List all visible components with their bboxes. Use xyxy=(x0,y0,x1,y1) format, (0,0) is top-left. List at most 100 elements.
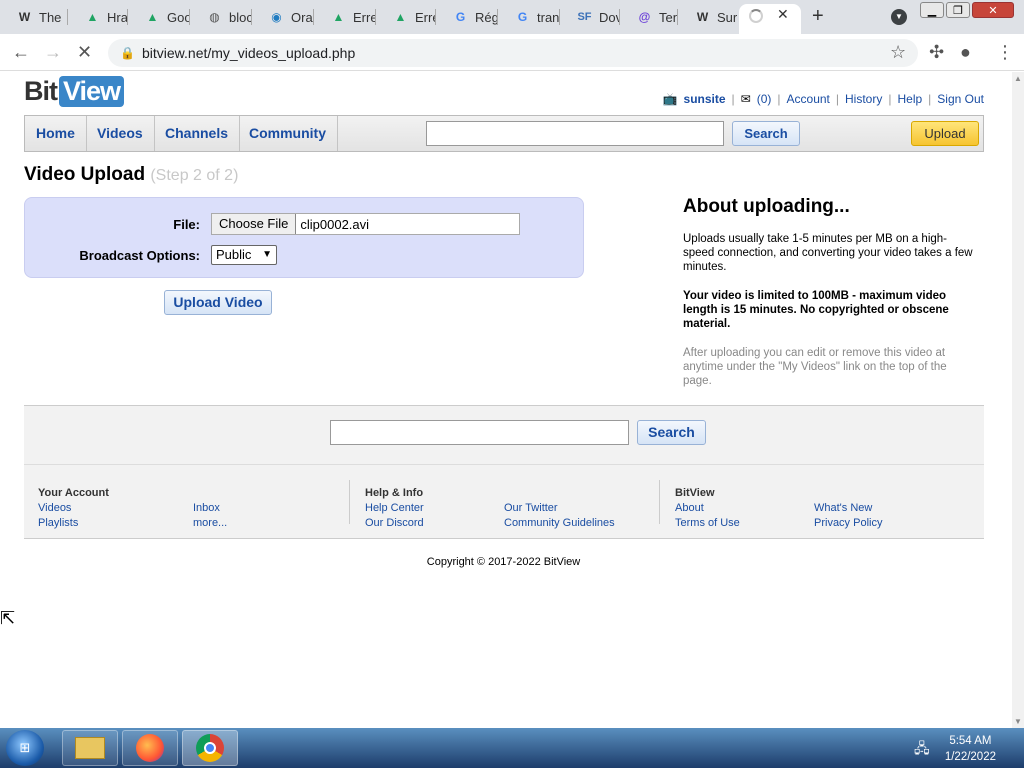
footer-whats-new-link[interactable]: What's New xyxy=(814,501,882,516)
footer-videos-link[interactable]: Videos xyxy=(38,501,109,516)
about-paragraph-speed: Uploads usually take 1-5 minutes per MB … xyxy=(683,233,973,273)
new-tab-button[interactable]: + xyxy=(812,5,824,28)
selected-file-name: clip0002.avi xyxy=(300,216,370,232)
loading-spinner-icon xyxy=(749,9,763,23)
google-drive-icon: ▲ xyxy=(332,10,345,24)
username-link[interactable]: sunsite xyxy=(684,92,726,106)
footer-privacy-link[interactable]: Privacy Policy xyxy=(814,516,882,531)
system-clock[interactable]: 5:54 AM 1/22/2022 xyxy=(945,733,996,765)
footer-community-guidelines-link[interactable]: Community Guidelines xyxy=(504,516,615,531)
browser-tab[interactable]: W The xyxy=(0,4,68,30)
upload-nav-button[interactable]: Upload xyxy=(911,121,979,146)
page-title: Video Upload (Step 2 of 2) xyxy=(24,164,239,185)
footer-help-center-link[interactable]: Help Center xyxy=(365,501,424,516)
oracle-icon: ◉ xyxy=(271,10,282,24)
wikipedia-icon: W xyxy=(18,10,31,24)
about-paragraph-edit: After uploading you can edit or remove t… xyxy=(683,347,947,387)
browser-tab-bar: WThe ▲Hra ▲Goo ◍bloc ◉Ora ▲Erre ▲Erre GR… xyxy=(0,0,1024,34)
footer-more-link[interactable]: more... xyxy=(193,516,227,531)
menu-kebab-icon[interactable]: ⋮ xyxy=(996,42,1014,63)
browser-tab[interactable]: W Sur xyxy=(678,4,740,30)
file-label: File: xyxy=(173,217,200,232)
copyright: Copyright © 2017-2022 BitView xyxy=(426,556,581,568)
footer-your-account: Your Account Videos Playlists xyxy=(38,487,109,531)
footer-search-button[interactable]: Search xyxy=(637,420,706,445)
footer-terms-link[interactable]: Terms of Use xyxy=(675,516,740,531)
footer-about-link[interactable]: About xyxy=(675,501,740,516)
footer-bitview: BitView About Terms of Use xyxy=(675,487,740,531)
broadcast-options-label: Broadcast Options: xyxy=(79,248,200,263)
tv-icon: 📺 xyxy=(662,92,678,106)
browser-tab[interactable]: @ Ten xyxy=(620,4,678,30)
mail-icon[interactable]: ✉ xyxy=(741,92,751,106)
firefox-icon[interactable] xyxy=(122,730,178,766)
about-title: About uploading... xyxy=(683,196,850,217)
browser-tab-active[interactable]: ✕ xyxy=(739,4,801,34)
browser-tab[interactable]: ▲ Goo xyxy=(128,4,190,30)
account-link[interactable]: Account xyxy=(787,92,830,106)
address-bar[interactable]: 🔒 bitview.net/my_videos_upload.php xyxy=(108,39,918,67)
browser-tab[interactable]: ▲Erre xyxy=(314,4,376,30)
google-drive-icon: ▲ xyxy=(394,10,407,24)
footer-discord-link[interactable]: Our Discord xyxy=(365,516,424,531)
footer-help-info-col2: Our Twitter Community Guidelines xyxy=(504,501,615,531)
nav-community[interactable]: Community xyxy=(238,116,338,151)
close-icon[interactable]: ✕ xyxy=(777,6,789,23)
profile-icon[interactable]: ● xyxy=(960,42,971,63)
footer-bitview-col2: What's New Privacy Policy xyxy=(814,501,882,531)
footer-playlists-link[interactable]: Playlists xyxy=(38,516,109,531)
chrome-icon[interactable] xyxy=(182,730,238,766)
sign-out-link[interactable]: Sign Out xyxy=(937,92,984,106)
browser-tab[interactable]: SF Dov xyxy=(560,4,620,30)
browser-tab[interactable]: ▲Erre xyxy=(376,4,436,30)
bitview-logo[interactable]: Bit View xyxy=(24,76,125,107)
help-link[interactable]: Help xyxy=(897,92,922,106)
upload-video-button[interactable]: Upload Video xyxy=(164,290,272,315)
nav-videos[interactable]: Videos xyxy=(86,116,155,151)
google-icon: G xyxy=(455,10,466,24)
google-icon: G xyxy=(517,10,528,24)
footer-twitter-link[interactable]: Our Twitter xyxy=(504,501,615,516)
about-paragraph-limits: Your video is limited to 100MB - maximum… xyxy=(683,290,949,330)
browser-tab[interactable]: G Rég xyxy=(436,4,498,30)
header-search-input[interactable] xyxy=(426,121,724,146)
browser-tab[interactable]: ◉ Ora xyxy=(252,4,314,30)
header-search-button[interactable]: Search xyxy=(732,121,800,146)
file-input[interactable]: Choose File clip0002.avi xyxy=(211,213,520,235)
back-arrow-icon[interactable]: ← xyxy=(12,42,30,63)
footer-your-account-col2: Inbox more... xyxy=(193,501,227,531)
footer-search-input[interactable] xyxy=(330,420,629,445)
mouse-cursor-icon: ⇱ xyxy=(0,608,16,628)
browser-tab[interactable]: ▲ Hra xyxy=(68,4,128,30)
google-drive-icon: ▲ xyxy=(146,10,159,24)
browser-tab[interactable]: ◍ bloc xyxy=(190,4,252,30)
history-link[interactable]: History xyxy=(845,92,882,106)
nav-home[interactable]: Home xyxy=(25,116,87,151)
broadcast-options-select[interactable]: Public ▼ xyxy=(211,245,277,265)
tab-search-button[interactable]: ▼ xyxy=(891,9,907,25)
window-close-button[interactable]: ✕ xyxy=(972,2,1014,18)
choose-file-button[interactable]: Choose File xyxy=(212,214,297,234)
wikipedia-icon: W xyxy=(696,10,709,24)
extensions-icon[interactable]: ✣ xyxy=(929,42,944,63)
file-explorer-icon[interactable] xyxy=(62,730,118,766)
browser-toolbar: ← → ✕ 🔒 bitview.net/my_videos_upload.php… xyxy=(0,34,1024,71)
step-indicator: (Step 2 of 2) xyxy=(150,167,239,184)
restore-button[interactable]: ❐ xyxy=(946,2,970,18)
bookmark-star-icon[interactable]: ☆ xyxy=(890,42,906,63)
footer-inbox-link[interactable]: Inbox xyxy=(193,501,227,516)
start-button[interactable]: ⊞ xyxy=(6,730,44,766)
page-scrollbar[interactable]: ▲ ▼ xyxy=(1012,72,1024,728)
upload-form: File: Choose File clip0002.avi Broadcast… xyxy=(24,197,584,278)
footer-help-info: Help & Info Help Center Our Discord xyxy=(365,487,424,531)
forward-arrow-icon[interactable]: → xyxy=(44,42,62,63)
inbox-count[interactable]: (0) xyxy=(757,92,772,106)
nav-channels[interactable]: Channels xyxy=(154,116,241,151)
minimize-button[interactable]: ▁ xyxy=(920,2,944,18)
network-icon[interactable]: 🖧 xyxy=(914,738,930,762)
main-navigation: Home Videos Channels Community Search Up… xyxy=(24,115,984,152)
stop-loading-icon[interactable]: ✕ xyxy=(77,42,92,63)
browser-tab[interactable]: Gtran xyxy=(498,4,560,30)
footer: Search Your Account Videos Playlists Inb… xyxy=(24,405,984,539)
at-icon: @ xyxy=(638,10,651,24)
